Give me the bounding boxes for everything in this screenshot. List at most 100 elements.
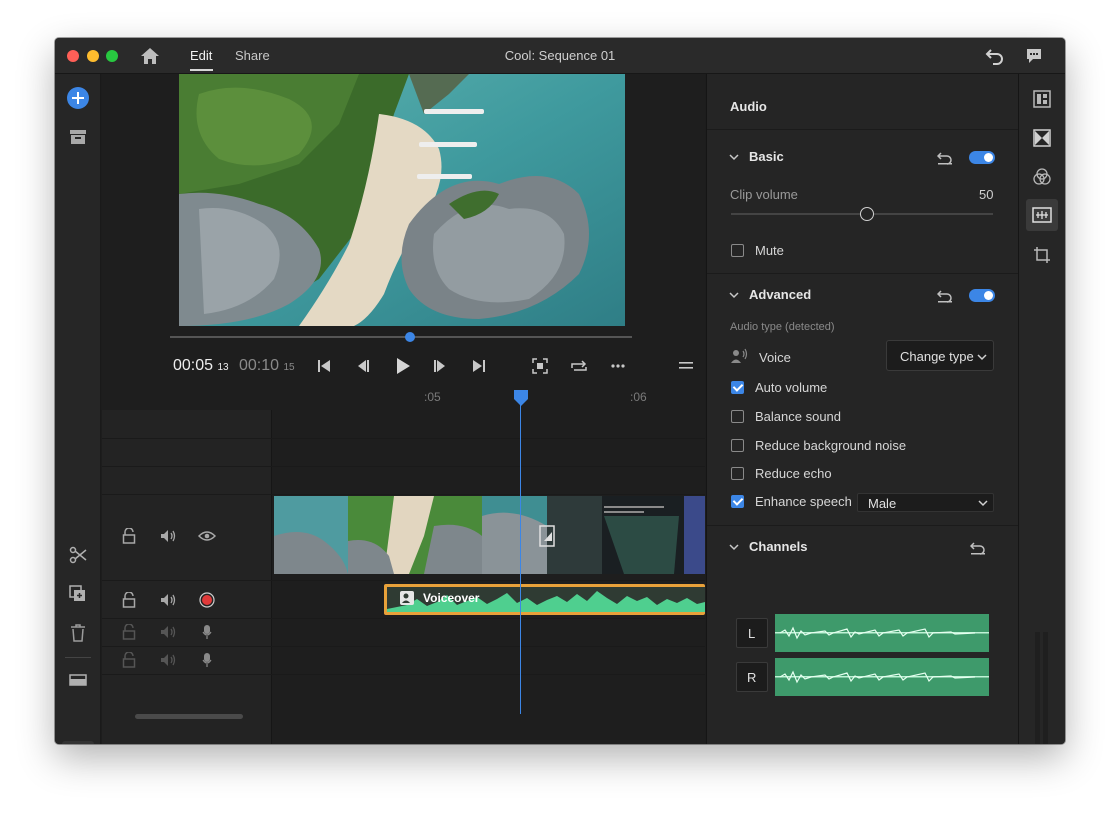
voiceover-track-lock-icon[interactable] [122,592,136,608]
panel-divider [707,525,1019,526]
crop-icon[interactable] [1033,246,1051,264]
advanced-toggle[interactable] [969,289,995,302]
scissors-icon[interactable] [69,546,87,564]
speech-voice-dropdown[interactable]: Male [857,493,994,512]
duplicate-icon[interactable] [69,585,87,603]
video-track-audio-icon[interactable] [160,529,178,543]
advanced-reset-icon[interactable] [937,289,953,303]
chevron-down-icon [978,499,988,507]
panel-title: Audio [730,99,767,114]
more-options-icon[interactable] [610,359,626,373]
current-time-frames: 13 [217,362,229,373]
duration-time-frames: 15 [283,362,295,373]
panel-divider [707,273,1019,274]
change-type-label: Change type [900,349,974,364]
audio-type-label: Audio type (detected) [730,321,835,333]
timeline-scrollbar[interactable] [135,714,243,719]
channels-section-label[interactable]: Channels [749,539,808,554]
scrub-handle[interactable] [405,332,416,342]
reduce-echo-label: Reduce echo [755,466,832,481]
playhead-handle[interactable] [514,390,528,406]
video-track-lock-icon[interactable] [122,528,136,544]
window-title: Cool: Sequence 01 [504,48,616,63]
step-back-icon[interactable] [355,358,371,374]
info-panel-icon[interactable] [1033,90,1051,108]
left-channel-button[interactable]: L [736,618,768,648]
ruler-label-06: :06 [630,390,647,404]
undo-icon[interactable] [985,47,1005,65]
channels-reset-icon[interactable] [970,541,986,555]
feedback-icon[interactable] [1025,47,1043,65]
right-channel-button[interactable]: R [736,662,768,692]
audio-panel: Audio Basic Clip volume 50 Mute Advanced… [706,74,1019,744]
panel-menu-icon[interactable] [679,359,693,373]
audio-track-3-audio-icon[interactable] [160,653,178,667]
fit-frame-icon[interactable] [532,358,548,374]
color-icon[interactable] [1033,168,1051,186]
speech-voice-value: Male [868,496,897,511]
current-time-value: 00:05 [173,357,214,374]
clip-volume-label: Clip volume [730,187,798,202]
track-divider [102,466,705,467]
title-bar: Edit Share Cool: Sequence 01 [55,38,1065,74]
record-button[interactable] [199,592,215,608]
program-monitor: 00:05 13 00:10 15 [102,74,705,412]
reduce-background-noise-label: Reduce background noise [755,438,907,453]
current-time: 00:05 13 [173,357,229,375]
project-icon[interactable] [69,129,87,145]
video-clip[interactable] [274,496,705,574]
voiceover-clip-label: Voiceover [423,591,480,605]
voiceover-clip[interactable]: Voiceover [384,584,705,615]
basic-chevron-icon[interactable] [729,153,739,161]
clip-volume-value: 50 [979,187,994,202]
channels-chevron-icon[interactable] [729,543,739,551]
video-preview[interactable] [179,74,625,326]
basic-toggle[interactable] [969,151,995,164]
basic-reset-icon[interactable] [937,151,953,165]
reduce-echo-checkbox[interactable] [731,467,744,480]
audio-track-2-mic-icon[interactable] [202,624,212,640]
enhance-speech-label: Enhance speech [755,494,852,509]
audio-track-3-mic-icon[interactable] [202,652,212,668]
audio-track-2-audio-icon[interactable] [160,625,178,639]
track-toggle-icon[interactable] [69,673,87,687]
level-meter-left [1035,632,1040,744]
track-divider [102,580,705,581]
audio-track-3-lock-icon[interactable] [122,652,136,668]
change-type-dropdown[interactable]: Change type [886,340,994,371]
audio-type-value: Voice [759,350,791,365]
add-media-icon[interactable] [67,87,89,109]
basic-section-label[interactable]: Basic [749,149,784,164]
transitions-icon[interactable] [1033,129,1051,147]
ruler-label-05: :05 [424,390,441,404]
audio-panel-icon[interactable] [1026,199,1058,231]
step-forward-icon[interactable] [432,358,448,374]
auto-volume-checkbox[interactable] [731,381,744,394]
auto-volume-label: Auto volume [755,380,828,395]
go-to-end-icon[interactable] [471,358,487,374]
advanced-chevron-icon[interactable] [729,291,739,299]
go-to-start-icon[interactable] [316,358,332,374]
voiceover-person-icon [400,591,414,605]
mute-label: Mute [755,243,784,258]
time-ruler[interactable]: :05 :06 [102,386,705,410]
timeline-view-icon[interactable] [62,741,94,744]
advanced-section-label[interactable]: Advanced [749,287,811,302]
right-channel-waveform [775,658,989,696]
loop-icon[interactable] [570,358,588,374]
trash-icon[interactable] [70,624,86,642]
clip-volume-slider-handle[interactable] [860,207,875,221]
audio-track-2-lock-icon[interactable] [122,624,136,640]
right-channel-label: R [747,670,757,685]
enhance-speech-checkbox[interactable] [731,495,744,508]
scrub-bar[interactable] [170,336,632,338]
play-icon[interactable] [394,357,412,375]
reduce-background-noise-checkbox[interactable] [731,439,744,452]
video-track-visibility-icon[interactable] [198,530,216,542]
balance-sound-checkbox[interactable] [731,410,744,423]
track-headers [102,410,272,744]
voiceover-track-audio-icon[interactable] [160,593,178,607]
playhead-line [520,400,521,714]
mute-checkbox[interactable] [731,244,744,257]
toolbar-divider [65,657,91,658]
